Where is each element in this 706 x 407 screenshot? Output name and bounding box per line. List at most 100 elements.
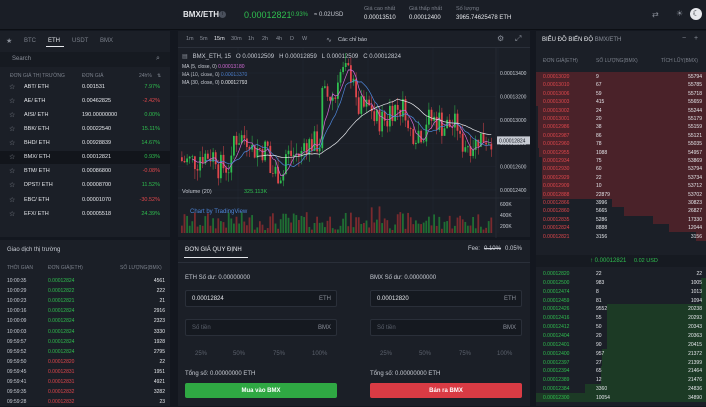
sell-button[interactable]: Bán ra BMX [370, 383, 522, 398]
market-row[interactable]: ☆ BMX/ ETH 0.00012821 0.93% [0, 151, 170, 165]
interval-D[interactable]: D [290, 36, 294, 42]
candle-body [259, 148, 261, 149]
market-pair: BHD/ ETH [24, 140, 50, 146]
buy-pct-100[interactable]: 100% [312, 351, 327, 357]
interval-1m[interactable]: 1m [186, 36, 194, 42]
info-icon[interactable]: i [219, 11, 226, 18]
favorite-star-icon[interactable]: ☆ [9, 167, 15, 175]
buy-pct-75[interactable]: 75% [273, 351, 285, 357]
usd-approx: ≈ 0.02USD [314, 12, 343, 18]
trade-qty: 2795 [154, 349, 165, 355]
tab-eth[interactable]: ETH [48, 38, 60, 44]
market-price: 0.00022540 [82, 126, 111, 132]
candle-body [225, 168, 227, 172]
market-row[interactable]: ☆ DPST/ ETH 0.00008700 11.52% [0, 179, 170, 193]
buy-amount-input[interactable]: Số tiền BMX [185, 319, 337, 336]
interval-15m[interactable]: 15m [214, 36, 225, 42]
favorite-star-icon[interactable]: ☆ [9, 196, 15, 204]
volume-bar [262, 225, 264, 233]
sell-price-input[interactable]: 0.00012820 ETH [370, 290, 522, 307]
pair-title: BMX/ETH [183, 10, 219, 19]
market-row[interactable]: ☆ AE/ ETH 0.00462825 -2.42% [0, 94, 170, 108]
interval-30m[interactable]: 30m [231, 36, 242, 42]
buy-pct-25[interactable]: 25% [195, 351, 207, 357]
sell-price-value[interactable]: 0.00012820 [377, 296, 409, 302]
buy-price-input[interactable]: 0.00012824 ETH [185, 290, 337, 307]
search-box[interactable]: Search ⌕ [0, 52, 170, 67]
favorite-star-icon[interactable]: ☆ [9, 83, 15, 91]
bid-total: 21476 [688, 377, 702, 383]
favorite-star-icon[interactable]: ☆ [9, 181, 15, 189]
sun-icon[interactable]: ☀ [676, 9, 683, 18]
bid-row[interactable]: 0.00012300 10054 34890 [536, 393, 706, 402]
interval-1h[interactable]: 1h [248, 36, 254, 42]
fullscreen-icon[interactable]: ⤢ [515, 34, 521, 44]
minus-icon[interactable]: − [682, 35, 686, 42]
sell-pct-75[interactable]: 75% [459, 351, 471, 357]
col-change[interactable]: 24h% [139, 73, 152, 79]
favorite-star-icon[interactable]: ☆ [9, 210, 15, 218]
ask-qty: 78 [596, 141, 602, 147]
sell-balance: BMX Số dư: 0.00000000 [370, 275, 436, 281]
settings-icon[interactable]: ⚙ [497, 34, 504, 43]
moon-icon[interactable]: ☾ [690, 8, 702, 20]
trade-row: 09:59:57 0.00012824 1928 [0, 337, 170, 347]
trade-row: 10:00:03 0.00012824 3330 [0, 327, 170, 337]
interval-4h[interactable]: 4h [276, 36, 282, 42]
tab-limit-order[interactable]: ĐƠN GIÁ QUY ĐỊNH [185, 247, 242, 253]
favorite-star-icon[interactable]: ☆ [9, 125, 15, 133]
volume-bar [228, 213, 230, 233]
market-row[interactable]: ☆ BTM/ ETH 0.00086800 -0.08% [0, 165, 170, 179]
favorite-star-icon[interactable]: ☆ [9, 97, 15, 105]
bid-qty: 20 [596, 333, 602, 339]
interval-2h[interactable]: 2h [262, 36, 268, 42]
search-input[interactable]: Search [12, 56, 31, 62]
market-row[interactable]: ☆ EFX/ ETH 0.00005518 24.39% [0, 207, 170, 221]
market-row[interactable]: ☆ AISI/ ETH 190.00000000 0.00% [0, 108, 170, 122]
col-price[interactable]: ĐƠN GIÁ [82, 73, 104, 79]
y-tick: 0.00013400 [500, 71, 527, 77]
tab-bmx[interactable]: BMX [100, 38, 113, 44]
favorite-star-icon[interactable]: ☆ [9, 139, 15, 147]
sell-pct-25[interactable]: 25% [380, 351, 392, 357]
volume-bar [477, 214, 479, 233]
price-chart[interactable]: 0.000134000.000132000.000130000.00012800… [178, 48, 530, 254]
indicators-icon[interactable]: ∿ [326, 36, 332, 44]
col-pair[interactable]: ĐƠN GIÁ THỊ TRƯỜNG [10, 73, 65, 79]
sell-pct-50[interactable]: 50% [419, 351, 431, 357]
active-tab-underline [46, 46, 64, 47]
market-pair: BTM/ ETH [24, 168, 50, 174]
volume-bar [204, 216, 206, 233]
swap-icon[interactable]: ⇄ [652, 10, 659, 19]
sell-pct-100[interactable]: 100% [497, 351, 512, 357]
interval-W[interactable]: W [302, 36, 307, 42]
buy-pct-50[interactable]: 50% [233, 351, 245, 357]
market-row[interactable]: ☆ EBC/ ETH 0.00001070 -30.52% [0, 193, 170, 207]
trade-row: 09:59:52 0.00012824 2795 [0, 347, 170, 357]
ask-qty: 75 [596, 158, 602, 164]
volume-bar [389, 228, 391, 233]
tradingview-credit[interactable]: Chart by TradingView [190, 209, 247, 215]
ask-row[interactable]: 0.00012821 3156 3156 [536, 232, 706, 241]
plus-icon[interactable]: + [694, 35, 698, 42]
buy-amount-placeholder[interactable]: Số tiền [192, 325, 211, 331]
market-row[interactable]: ☆ BBK/ ETH 0.00022540 15.11% [0, 122, 170, 136]
tab-usdt[interactable]: USDT [72, 38, 88, 44]
search-icon[interactable]: ⌕ [156, 55, 160, 63]
market-row[interactable]: ☆ BHD/ ETH 0.00928839 14.67% [0, 136, 170, 150]
sell-amount-input[interactable]: Số tiền BMX [370, 319, 522, 336]
sell-amount-placeholder[interactable]: Số tiền [377, 325, 396, 331]
market-row[interactable]: ☆ ABT/ ETH 0.001531 7.97% [0, 80, 170, 94]
tab-btc[interactable]: BTC [24, 38, 36, 44]
buy-price-value[interactable]: 0.00012824 [192, 296, 224, 302]
interval-5m[interactable]: 5m [200, 36, 208, 42]
favorite-star-icon[interactable]: ☆ [9, 153, 15, 161]
sort-icon[interactable]: ⇅ [157, 73, 161, 79]
indicators-button[interactable]: Các chỉ báo [338, 37, 367, 43]
favorite-star-icon[interactable]: ☆ [9, 111, 15, 119]
candle-body [319, 148, 321, 151]
orderbook-title: BIỂU ĐỒ BIẾN ĐỘ BMX/ETH [542, 37, 621, 43]
candle-body [418, 131, 420, 143]
star-icon[interactable]: ★ [6, 37, 12, 45]
buy-button[interactable]: Mua vào BMX [185, 383, 337, 398]
